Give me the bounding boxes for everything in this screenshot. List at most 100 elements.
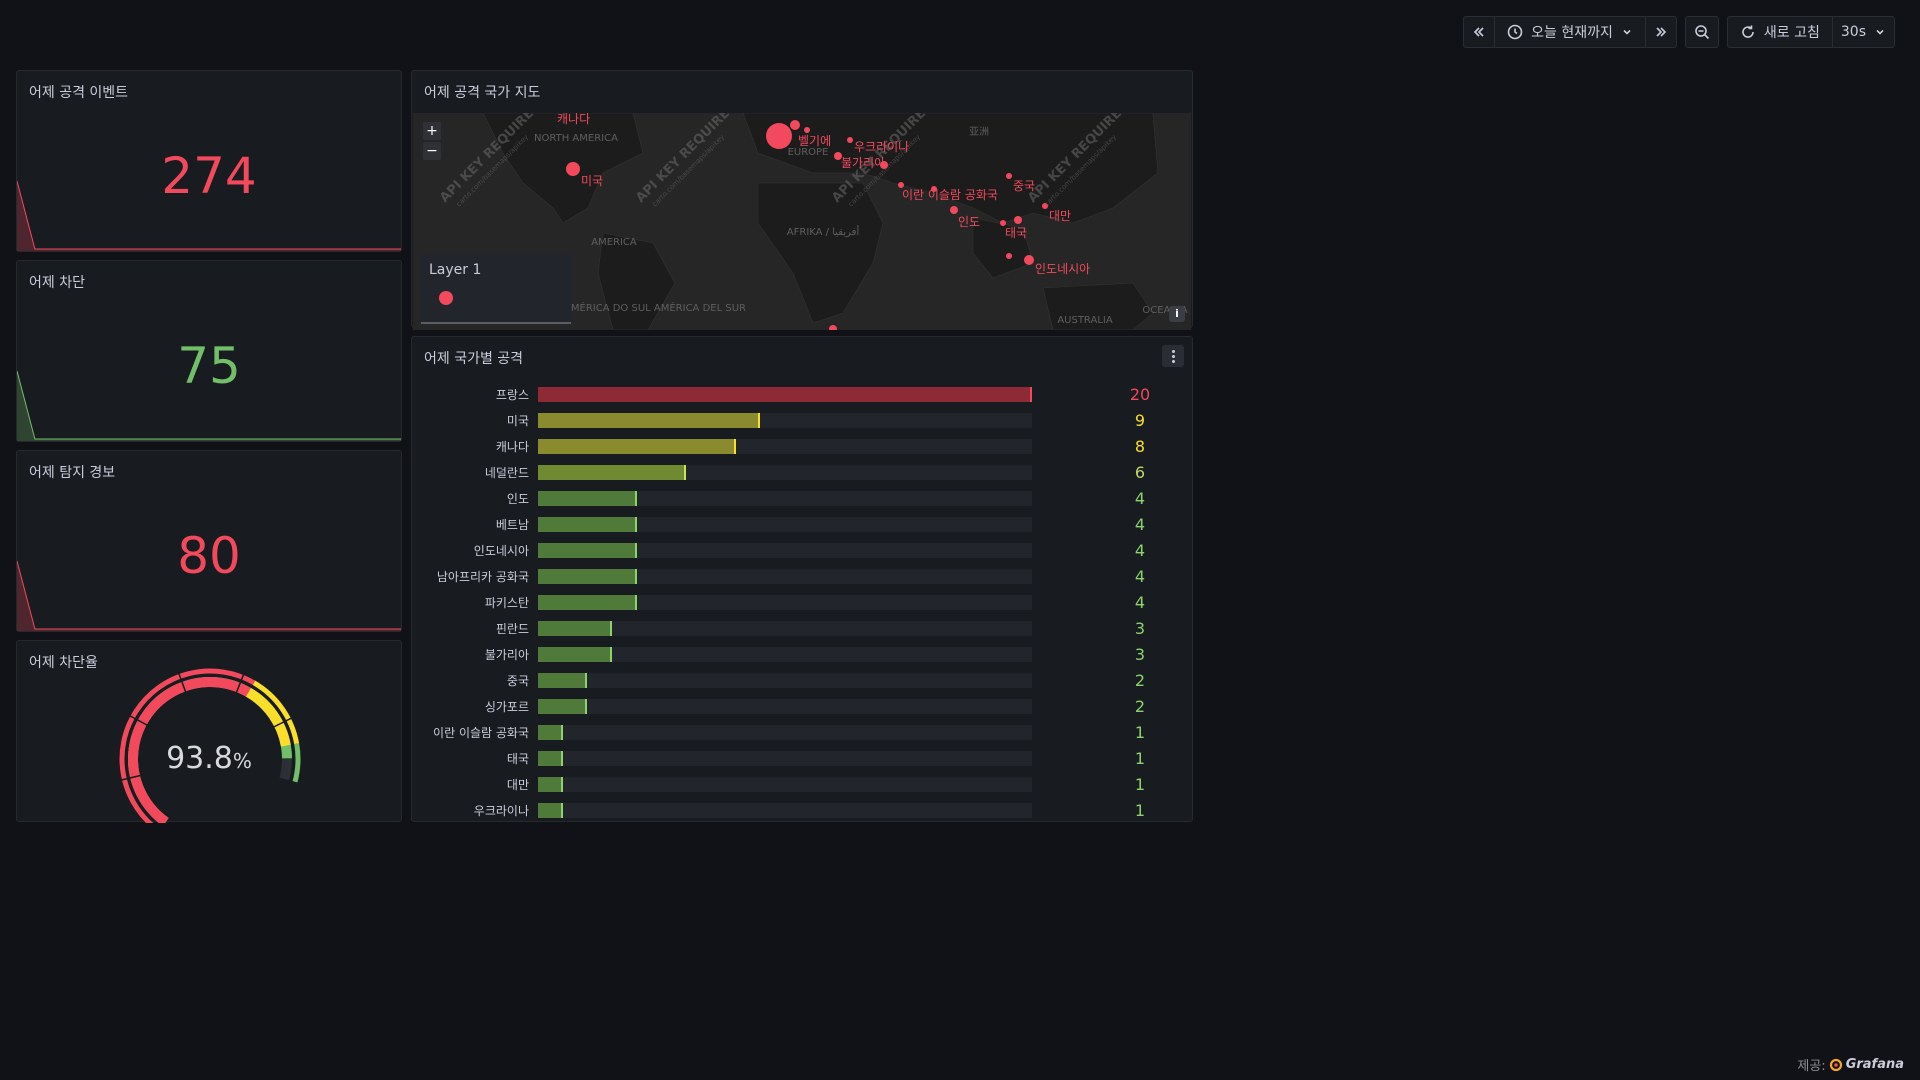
bar-fill: [538, 776, 563, 792]
bar-gauge: 프랑스 20 미국 9 캐나다 8 네덜란드 6 인도 4 베트남 4 인도네시아 4 남아프리카 공화국 4…: [412, 337, 1194, 823]
bar-fill: [538, 594, 637, 610]
block-rate-panel[interactable]: 어제 차단율 93.8%: [16, 640, 402, 823]
bar-track: [538, 724, 1032, 740]
bar-fill: [538, 698, 588, 714]
bar-value: 4: [1134, 514, 1146, 534]
attack-marker[interactable]: [847, 137, 853, 143]
refresh-label: 새로 고침: [1763, 25, 1820, 41]
gauge-number: 93.8: [166, 741, 233, 776]
bar-label: 베트남: [495, 517, 529, 532]
bar-row[interactable]: 베트남 4: [412, 514, 1194, 534]
bar-value: 1: [1134, 748, 1146, 768]
zoom-out-button[interactable]: [1686, 17, 1718, 47]
attack-marker[interactable]: [804, 127, 810, 133]
bar-track: [538, 412, 1032, 428]
chevrons-left-icon: [1474, 27, 1484, 37]
map-legend: Layer 1: [421, 254, 571, 324]
bar-cap: [610, 620, 613, 636]
bar-row[interactable]: 미국 9: [412, 410, 1194, 430]
bar-value: 1: [1134, 722, 1146, 742]
bar-value: 9: [1134, 410, 1146, 430]
bar-label: 핀란드: [495, 621, 529, 636]
bar-fill: [538, 672, 588, 688]
bar-label: 싱가포르: [484, 699, 529, 714]
attack-marker[interactable]: [1024, 255, 1034, 265]
attack-events-panel[interactable]: 어제 공격 이벤트 274: [16, 70, 402, 252]
attack-marker[interactable]: [1006, 253, 1012, 259]
info-icon[interactable]: i: [1169, 306, 1185, 322]
bar-track: [538, 802, 1032, 818]
bar-label: 인도네시아: [473, 543, 529, 558]
bar-track: [538, 698, 1032, 714]
attack-marker[interactable]: [1042, 203, 1048, 209]
country-attacks-panel[interactable]: 어제 국가별 공격 프랑스 20 미국 9 캐나다 8 네덜란드 6 인도 4 베트남 4 인도네시아 4…: [411, 336, 1193, 822]
gauge-value-yellow: [245, 687, 291, 747]
attack-marker[interactable]: [566, 162, 580, 176]
bar-row[interactable]: 우크라이나 1: [412, 800, 1194, 820]
attack-map-panel[interactable]: 어제 공격 국가 지도 API KEY REQUIRED API KEY REQ…: [411, 70, 1193, 330]
bar-track: [538, 594, 1032, 610]
bar-row[interactable]: 인도 4: [412, 488, 1194, 508]
bar-fill: [538, 386, 1032, 402]
bar-row[interactable]: 프랑스 20: [412, 384, 1194, 404]
bar-row[interactable]: 불가리아 3: [412, 644, 1194, 664]
bar-row[interactable]: 중국 2: [412, 670, 1194, 690]
bar-row[interactable]: 핀란드 3: [412, 618, 1194, 638]
bar-label: 대만: [506, 777, 529, 792]
bar-label: 인도: [506, 491, 529, 506]
bar-fill: [538, 620, 613, 636]
country-label: 태국: [1005, 226, 1027, 240]
continent-label: AMÉRICA DO SUL AMÉRICA DEL SUR: [564, 301, 746, 314]
attack-marker[interactable]: [829, 325, 837, 330]
time-range-group: 오늘 현재까지: [1463, 16, 1677, 48]
refresh-button[interactable]: 새로 고침: [1728, 17, 1833, 47]
zoom-in-button[interactable]: +: [423, 122, 441, 140]
bar-fill: [538, 542, 637, 558]
bar-row[interactable]: 이란 이슬람 공화국 1: [412, 722, 1194, 742]
shift-back-button[interactable]: [1464, 17, 1496, 47]
refresh-icon: [1742, 25, 1754, 38]
bar-row[interactable]: 태국 1: [412, 748, 1194, 768]
bar-row[interactable]: 인도네시아 4: [412, 540, 1194, 560]
attack-marker[interactable]: [950, 206, 958, 214]
bar-row[interactable]: 캐나다 8: [412, 436, 1194, 456]
blocked-panel[interactable]: 어제 차단 75: [16, 260, 402, 442]
world-map[interactable]: API KEY REQUIRED API KEY REQUIRED API KE…: [413, 113, 1191, 330]
bar-row[interactable]: 네덜란드 6: [412, 462, 1194, 482]
bar-cap: [585, 672, 588, 688]
bar-row[interactable]: 대만 1: [412, 774, 1194, 794]
bar-cap: [634, 490, 637, 506]
bar-track: [538, 672, 1032, 688]
panel-title: 어제 공격 이벤트: [29, 85, 129, 101]
bar-cap: [610, 646, 613, 662]
bar-track: [538, 438, 1032, 454]
attack-marker[interactable]: [790, 120, 800, 130]
land-africa: [757, 182, 884, 324]
bar-fill: [538, 568, 637, 584]
sparkline: [17, 370, 401, 441]
refresh-interval-picker[interactable]: 30s: [1833, 17, 1894, 47]
bar-label: 네덜란드: [484, 465, 529, 480]
bar-track: [538, 620, 1032, 636]
bar-row[interactable]: 파키스탄 4: [412, 592, 1194, 612]
bar-row[interactable]: 싱가포르 2: [412, 696, 1194, 716]
footer-prefix: 제공:: [1797, 1059, 1826, 1074]
zoom-out-map-button[interactable]: −: [423, 142, 441, 160]
clock-icon: [1507, 24, 1523, 40]
bar-cap: [560, 750, 563, 766]
attack-marker[interactable]: [1014, 216, 1022, 224]
bar-value: 4: [1134, 488, 1146, 508]
bar-fill: [538, 646, 613, 662]
attack-marker[interactable]: [766, 123, 792, 149]
bar-row[interactable]: 남아프리카 공화국 4: [412, 566, 1194, 586]
attack-marker[interactable]: [1006, 173, 1012, 179]
time-range-picker[interactable]: 오늘 현재까지: [1495, 17, 1646, 47]
bar-cap: [634, 568, 637, 584]
alerts-panel[interactable]: 어제 탐지 경보 80: [16, 450, 402, 632]
bar-fill: [538, 490, 637, 506]
panel-title: 어제 탐지 경보: [29, 465, 116, 481]
zoom-out-icon: [1695, 25, 1709, 40]
bar-cap: [733, 438, 736, 454]
shift-forward-button[interactable]: [1646, 17, 1676, 47]
bar-track: [538, 490, 1032, 506]
